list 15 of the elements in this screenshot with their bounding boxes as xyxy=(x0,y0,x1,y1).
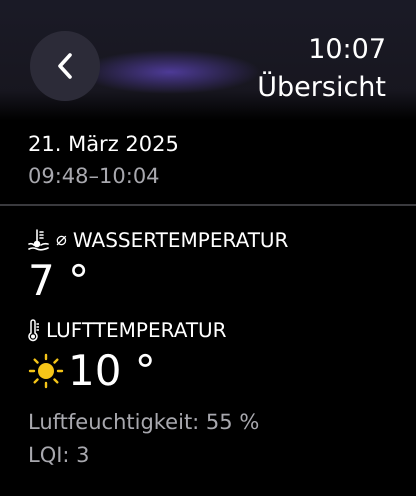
air-temperature-value: 10 ° xyxy=(68,345,156,397)
air-temperature-label: LUFTTEMPERATUR xyxy=(46,317,227,344)
detail-text: LQI: 3 xyxy=(28,442,91,469)
page-title: Übersicht xyxy=(257,70,386,105)
chevron-left-icon xyxy=(57,52,73,80)
session-date: 21. März 2025 xyxy=(28,131,180,158)
session-time-range: 09:48–10:04 xyxy=(28,163,161,190)
water-thermometer-icon xyxy=(28,228,50,252)
water-temperature-value: 7 ° xyxy=(28,255,90,307)
clock-time: 10:07 xyxy=(308,33,386,67)
water-temperature-label: WASSERTEMPERATUR xyxy=(72,227,288,254)
detail-text: Luftfeuchtigkeit: 55 % xyxy=(28,409,260,436)
sun-icon xyxy=(28,353,64,389)
average-symbol: ⌀ xyxy=(56,228,67,252)
thermometer-icon xyxy=(28,318,40,342)
